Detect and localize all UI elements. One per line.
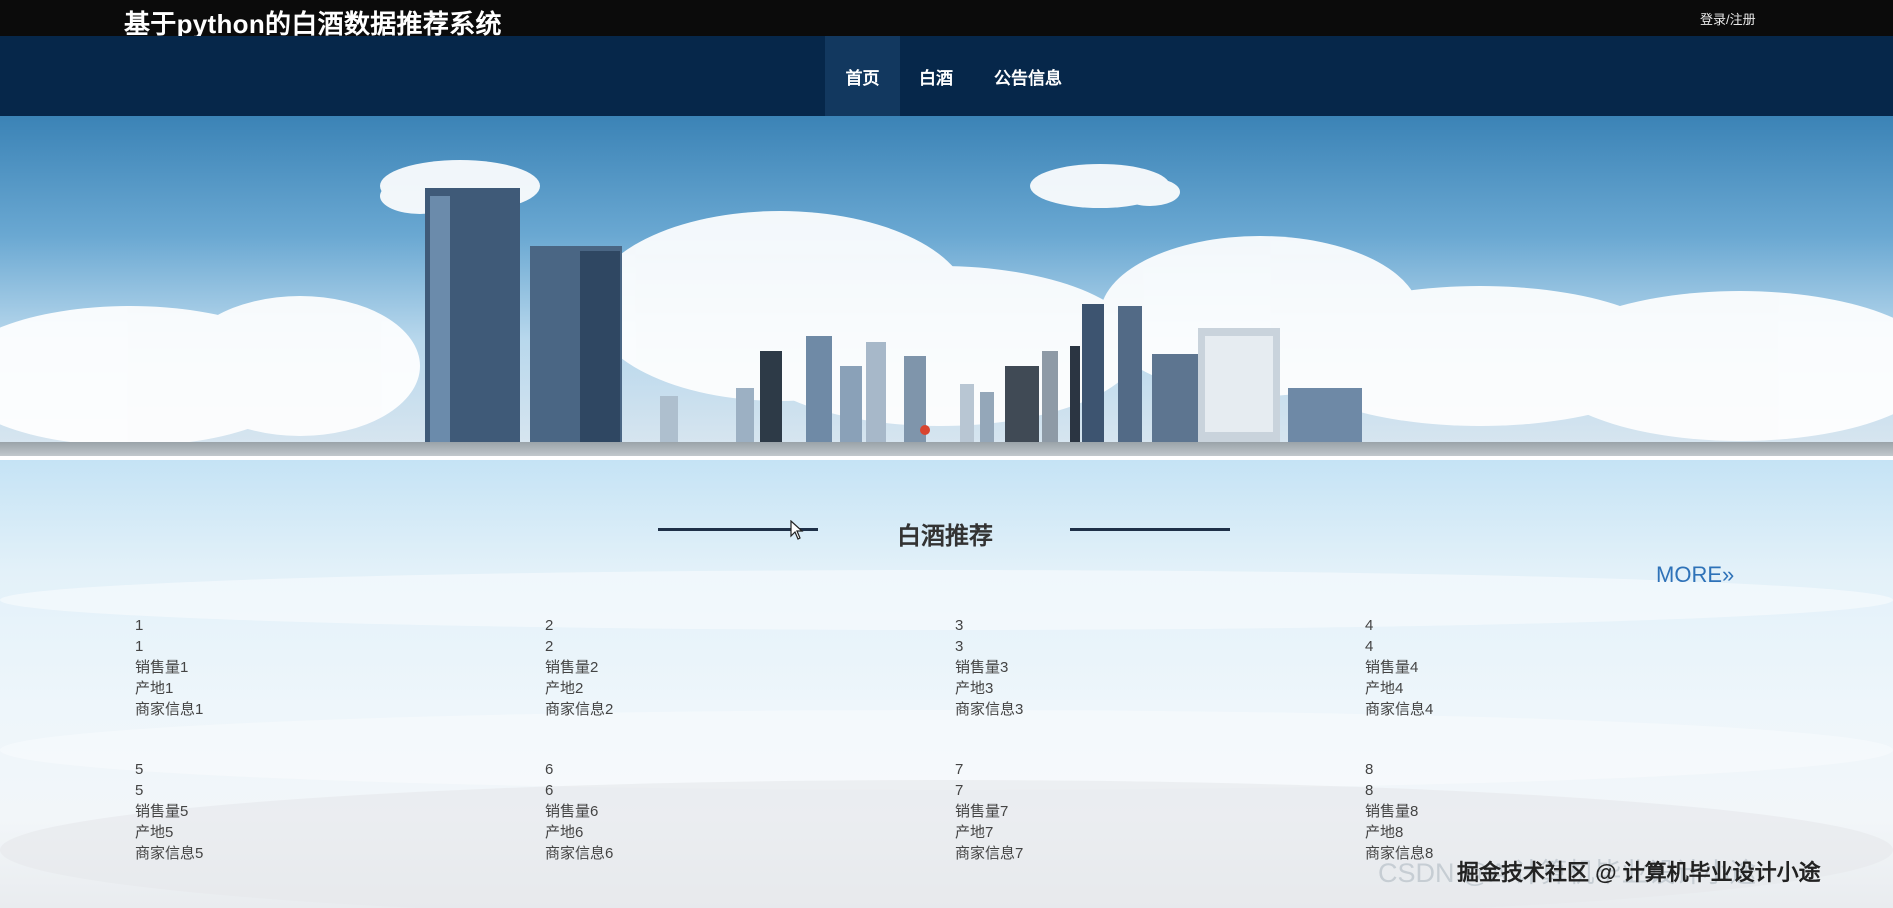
product-card[interactable]: 3 3 销售量3 产地3 商家信息3: [955, 615, 1255, 720]
product-merchant: 商家信息3: [955, 701, 1024, 718]
product-card[interactable]: 2 2 销售量2 产地2 商家信息2: [545, 615, 845, 720]
title-right-line: [1070, 528, 1230, 531]
product-subtitle: 2: [545, 638, 554, 655]
product-card[interactable]: 1 1 销售量1 产地1 商家信息1: [135, 615, 435, 720]
product-origin: 产地2: [545, 680, 584, 697]
product-merchant: 商家信息4: [1365, 701, 1434, 718]
login-register-link[interactable]: 登录/注册: [1700, 9, 1756, 28]
product-name: 7: [955, 761, 964, 778]
product-name: 6: [545, 761, 554, 778]
product-subtitle: 6: [545, 782, 554, 799]
product-subtitle: 8: [1365, 782, 1374, 799]
recommendation-section: 白酒推荐 MORE» 1 1 销售量1 产地1 商家信息1 2 2 销售量2 产…: [0, 460, 1893, 908]
product-merchant: 商家信息1: [135, 701, 204, 718]
nav-item-liquor[interactable]: 白酒: [906, 36, 966, 116]
product-subtitle: 3: [955, 638, 964, 655]
product-subtitle: 7: [955, 782, 964, 799]
product-sales: 销售量1: [135, 659, 189, 676]
product-card[interactable]: 8 8 销售量8 产地8 商家信息8: [1365, 759, 1665, 864]
top-bar: 基于python的白酒数据推荐系统 登录/注册: [0, 0, 1893, 39]
product-sales: 销售量6: [545, 803, 599, 820]
product-sales: 销售量5: [135, 803, 189, 820]
hero-banner: [0, 116, 1893, 458]
product-merchant: 商家信息2: [545, 701, 614, 718]
product-card[interactable]: 4 4 销售量4 产地4 商家信息4: [1365, 615, 1665, 720]
product-origin: 产地4: [1365, 680, 1404, 697]
product-card[interactable]: 6 6 销售量6 产地6 商家信息6: [545, 759, 845, 864]
mouse-cursor-icon: [790, 520, 804, 540]
product-sales: 销售量8: [1365, 803, 1419, 820]
product-name: 3: [955, 617, 964, 634]
product-name: 2: [545, 617, 554, 634]
product-card[interactable]: 5 5 销售量5 产地5 商家信息5: [135, 759, 435, 864]
nav-item-announcements[interactable]: 公告信息: [985, 36, 1071, 116]
product-sales: 销售量4: [1365, 659, 1419, 676]
product-subtitle: 1: [135, 638, 144, 655]
product-subtitle: 5: [135, 782, 144, 799]
product-origin: 产地7: [955, 824, 994, 841]
product-merchant: 商家信息6: [545, 845, 614, 862]
watermark: 掘金技术社区 @ 计算机毕业设计小途: [1457, 860, 1821, 885]
section-title: 白酒推荐: [897, 523, 993, 550]
product-origin: 产地3: [955, 680, 994, 697]
product-card[interactable]: 7 7 销售量7 产地7 商家信息7: [955, 759, 1255, 864]
product-sales: 销售量2: [545, 659, 599, 676]
product-origin: 产地5: [135, 824, 174, 841]
product-name: 5: [135, 761, 144, 778]
product-origin: 产地8: [1365, 824, 1404, 841]
product-name: 8: [1365, 761, 1374, 778]
product-sales: 销售量3: [955, 659, 1009, 676]
product-merchant: 商家信息7: [955, 845, 1024, 862]
nav-item-home[interactable]: 首页: [825, 36, 900, 116]
product-name: 1: [135, 617, 144, 634]
product-origin: 产地1: [135, 680, 174, 697]
main-nav: 首页 白酒 公告信息: [0, 36, 1893, 116]
product-sales: 销售量7: [955, 803, 1009, 820]
product-origin: 产地6: [545, 824, 584, 841]
product-merchant: 商家信息5: [135, 845, 204, 862]
product-name: 4: [1365, 617, 1374, 634]
product-subtitle: 4: [1365, 638, 1374, 655]
more-link[interactable]: MORE»: [1656, 562, 1734, 588]
city-skyline-image: [0, 160, 1893, 448]
